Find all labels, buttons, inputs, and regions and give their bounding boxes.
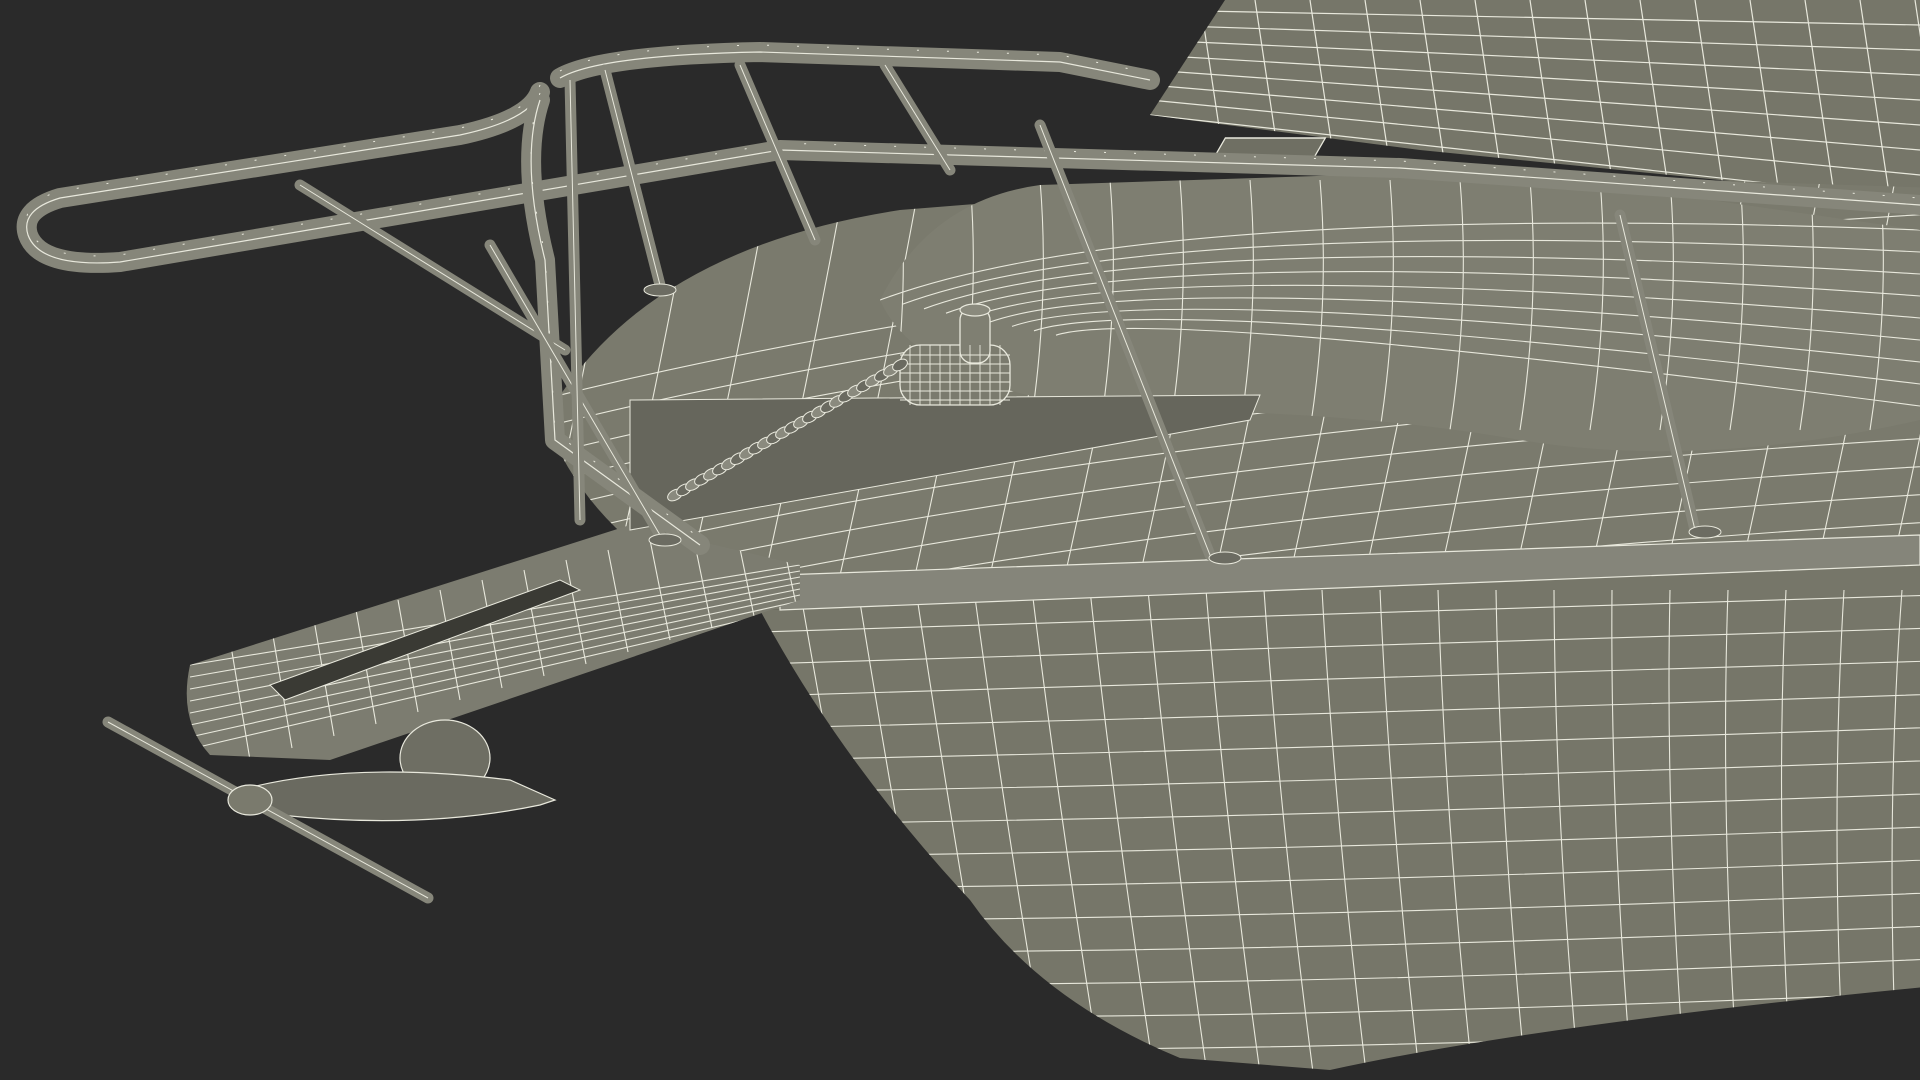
render-viewport [0, 0, 1920, 1080]
stanchion-base [1688, 525, 1722, 539]
stanchion-base [648, 533, 682, 547]
wireframe-scene [0, 0, 1920, 1080]
stanchion-base [1208, 551, 1242, 565]
stanchion-base [643, 283, 677, 297]
